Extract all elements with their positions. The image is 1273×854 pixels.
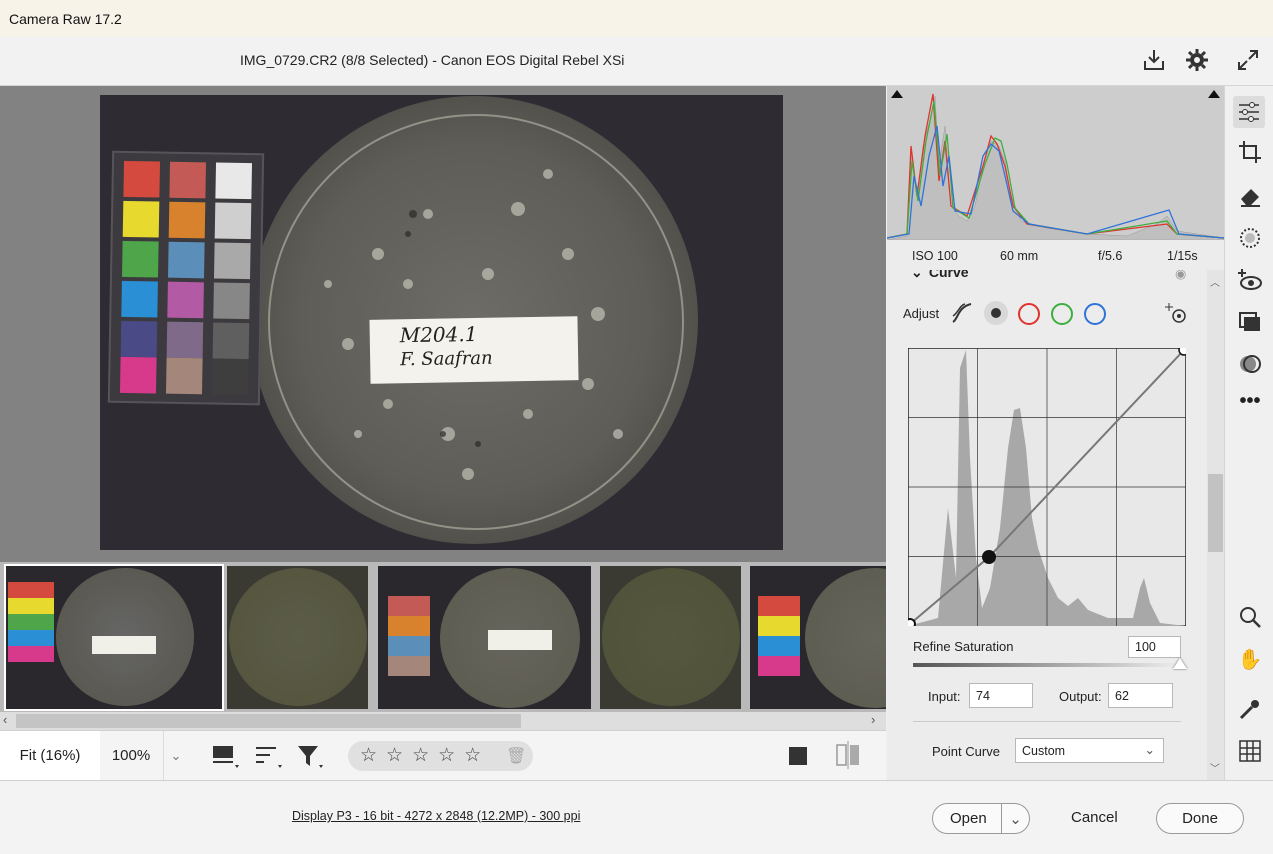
green-channel-icon[interactable] — [1051, 303, 1073, 325]
fullscreen-icon[interactable] — [1235, 47, 1261, 73]
eraser-icon[interactable] — [1237, 183, 1263, 209]
input-field[interactable]: 74 — [969, 683, 1033, 708]
thumbnail-4[interactable] — [600, 566, 741, 709]
file-info: IMG_0729.CR2 (8/8 Selected) - Canon EOS … — [240, 52, 625, 68]
scrollbar-thumb[interactable] — [1208, 474, 1223, 552]
output-label: Output: — [1059, 689, 1102, 704]
refine-saturation-slider[interactable] — [913, 663, 1181, 667]
targeted-adjust-icon[interactable] — [1165, 302, 1187, 324]
curve-panel: ⌄ Curve ◉ Adjust Refine Saturation 100 I… — [887, 270, 1207, 780]
slider-handle[interactable] — [1173, 658, 1187, 669]
thumbnail-3[interactable] — [378, 566, 591, 709]
thumbnail-1[interactable] — [4, 564, 224, 711]
workflow-options-link[interactable]: Display P3 - 16 bit - 4272 x 2848 (12.2M… — [292, 809, 580, 823]
point-curve-white-icon[interactable] — [984, 301, 1008, 325]
footer: Display P3 - 16 bit - 4272 x 2848 (12.2M… — [0, 780, 1273, 854]
view-bar: Fit (16%) 100% ⌄ ☆☆☆☆☆ 🗑 — [0, 730, 886, 782]
filter-icon[interactable] — [296, 743, 324, 769]
open-dropdown-icon[interactable]: ⌄ — [1001, 804, 1029, 833]
white-balance-eyedropper-icon[interactable] — [1237, 696, 1263, 722]
output-field[interactable]: 62 — [1108, 683, 1173, 708]
hand-icon[interactable]: ✋ — [1237, 646, 1263, 672]
filmstrip-options-icon[interactable] — [211, 743, 239, 769]
shutter-speed: 1/15s — [1167, 249, 1198, 263]
window-title: Camera Raw 17.2 — [9, 11, 122, 27]
point-curve-value: Custom — [1022, 743, 1066, 758]
compare-view-icon[interactable] — [836, 741, 860, 769]
zoom-dropdown-icon[interactable]: ⌄ — [163, 731, 188, 780]
red-eye-icon[interactable] — [1237, 267, 1263, 293]
aperture: f/5.6 — [1098, 249, 1123, 263]
open-label: Open — [950, 810, 987, 827]
blue-channel-icon[interactable] — [1084, 303, 1106, 325]
iso-value: ISO 100 — [912, 249, 958, 263]
star-rating[interactable]: ☆☆☆☆☆ — [360, 744, 490, 767]
scroll-left-icon[interactable]: ‹ — [3, 712, 7, 727]
tool-strip: ••• ✋ — [1224, 86, 1273, 780]
dish-label: M204.1 F. Saafran — [369, 316, 579, 384]
refine-saturation-label: Refine Saturation — [913, 639, 1014, 654]
exif-bar: ISO 100 60 mm f/5.6 1/15s — [887, 240, 1224, 270]
chevron-down-icon[interactable]: ⌄ — [911, 270, 925, 281]
point-curve-select[interactable]: Custom ⌄ — [1015, 738, 1164, 763]
thumbnail-5[interactable] — [750, 566, 886, 709]
adjust-label: Adjust — [903, 306, 940, 321]
red-channel-icon[interactable] — [1018, 303, 1040, 325]
point-curve-label: Point Curve — [932, 744, 1000, 759]
color-checker-card — [107, 150, 265, 406]
open-button[interactable]: Open ⌄ — [932, 803, 1030, 834]
view-mode-icon[interactable] — [789, 747, 807, 765]
histogram — [886, 86, 1225, 241]
label-line-2: F. Saafran — [399, 347, 493, 371]
refine-saturation-field[interactable]: 100 — [1128, 636, 1181, 658]
zoom-icon[interactable] — [1237, 604, 1263, 630]
sort-icon[interactable] — [254, 743, 282, 769]
filmstrip-scrollbar[interactable]: ‹ › — [0, 712, 886, 730]
save-icon[interactable] — [1141, 47, 1167, 73]
gear-icon[interactable] — [1184, 47, 1210, 73]
scrollbar-thumb[interactable] — [16, 714, 521, 728]
panel-scrollbar[interactable]: ︿ ﹀ — [1207, 270, 1224, 780]
label-line-1: M204.1 — [399, 321, 478, 348]
focal-length: 60 mm — [1000, 249, 1039, 263]
divider — [913, 721, 1181, 722]
masking-icon[interactable] — [1237, 225, 1263, 251]
scroll-up-icon[interactable]: ︿ — [1210, 274, 1220, 289]
more-icon[interactable]: ••• — [1237, 388, 1263, 414]
edit-sliders-icon[interactable] — [1233, 96, 1265, 128]
section-title[interactable]: Curve — [929, 270, 969, 280]
input-label: Input: — [928, 689, 961, 704]
rating-bar: ☆☆☆☆☆ 🗑 — [348, 741, 533, 771]
zoom-100-button[interactable]: 100% — [101, 731, 161, 780]
done-button[interactable]: Done — [1156, 803, 1244, 834]
scroll-right-icon[interactable]: › — [871, 712, 875, 727]
chevron-down-icon: ⌄ — [1144, 743, 1155, 757]
parametric-curve-icon[interactable] — [950, 301, 974, 325]
fit-zoom-button[interactable]: Fit (16%) — [0, 731, 100, 782]
title-bar: Camera Raw 17.2 — [0, 0, 1273, 37]
cancel-button[interactable]: Cancel — [1071, 809, 1118, 826]
presets-icon[interactable] — [1237, 308, 1263, 334]
trash-icon[interactable]: 🗑 — [506, 746, 526, 766]
grid-icon[interactable] — [1237, 738, 1263, 764]
curve-graph[interactable] — [904, 344, 1190, 630]
thumbnail-2[interactable] — [227, 566, 368, 709]
snapshots-icon[interactable] — [1237, 351, 1263, 377]
scroll-down-icon[interactable]: ﹀ — [1210, 760, 1220, 775]
header-bar: IMG_0729.CR2 (8/8 Selected) - Canon EOS … — [0, 37, 1273, 86]
crop-icon[interactable] — [1237, 139, 1263, 165]
visibility-icon[interactable]: ◉ — [1175, 270, 1186, 282]
